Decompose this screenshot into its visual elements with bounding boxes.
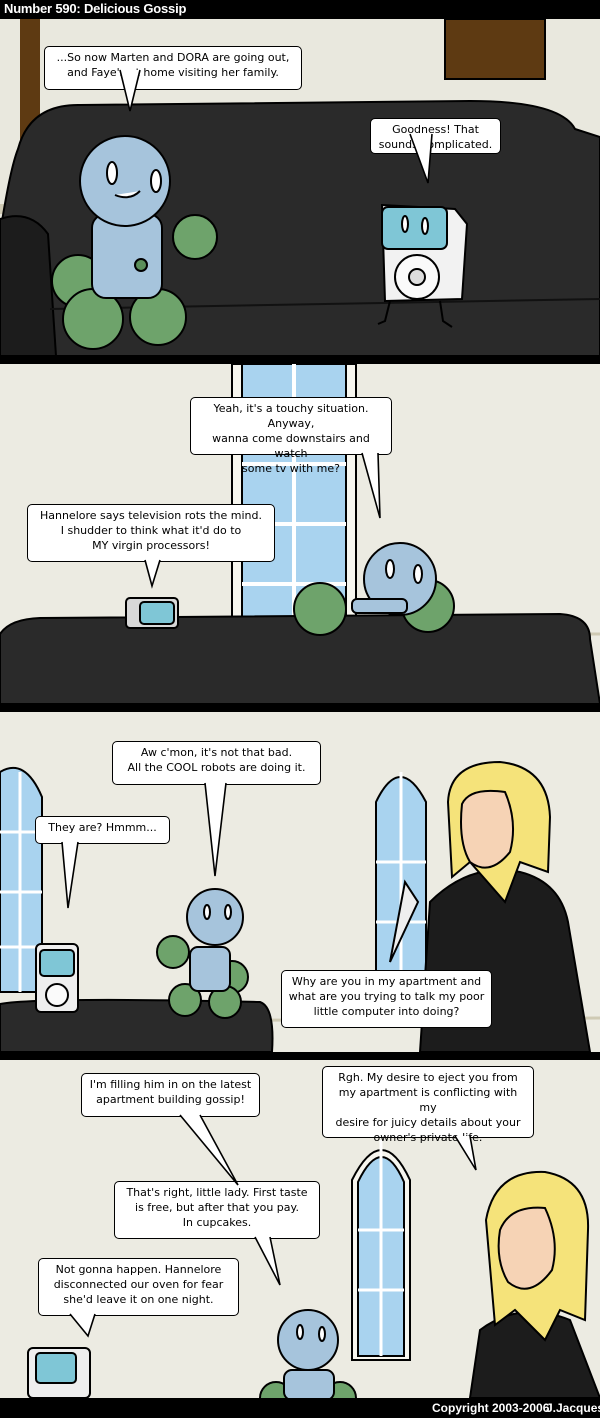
bubble-line: All the COOL robots are doing it. (127, 761, 306, 774)
speech-bubble-ipod-television: Hannelore says television rots the mind.… (27, 504, 275, 562)
bubble-line: desire for juicy details about your (335, 1116, 521, 1129)
bubble-line: MY virgin processors! (92, 539, 210, 552)
author-signature: J.Jacques (546, 1401, 600, 1415)
bubble-line: ...So now Marten and DORA are going out, (56, 51, 290, 64)
bubble-line: Aw c'mon, it's not that bad. (140, 746, 293, 759)
bubble-line: Rgh. My desire to eject you from (338, 1071, 518, 1084)
bubble-line: In cupcakes. (182, 1216, 252, 1229)
speech-bubble-robot-filling: I'm filling him in on the latest apartme… (81, 1073, 260, 1117)
speech-bubble-robot-gossip: ...So now Marten and DORA are going out,… (44, 46, 302, 90)
bubble-line: I'm filling him in on the latest (89, 1078, 252, 1091)
speech-bubble-hannelore-why: Why are you in my apartment and what are… (281, 970, 492, 1028)
bubble-line: Not gonna happen. Hannelore (55, 1263, 222, 1276)
bubble-line: Hannelore says television rots the mind. (39, 509, 263, 522)
comic-title: Number 590: Delicious Gossip (4, 1, 187, 16)
panel-4: I'm filling him in on the latest apartme… (0, 1060, 600, 1398)
bubble-line: sounds complicated. (378, 138, 493, 151)
bubble-line: That's right, little lady. First taste (126, 1186, 308, 1199)
bubble-line: Goodness! That (392, 123, 479, 136)
speech-bubble-hannelore-rgh: Rgh. My desire to eject you from my apar… (322, 1066, 534, 1144)
bubble-line: I shudder to think what it'd do to (60, 524, 242, 537)
ipod-character (125, 597, 179, 629)
bubble-line: apartment building gossip! (96, 1093, 245, 1106)
speech-bubble-ipod-hmmm: They are? Hmmm... (35, 816, 170, 844)
panel-2: Yeah, it's a touchy situation. Anyway, w… (0, 364, 600, 704)
bubble-line: Why are you in my apartment and (291, 975, 482, 988)
comic-footer: Copyright 2003-2006 J.Jacques (0, 1398, 600, 1418)
panel-3: Aw c'mon, it's not that bad. All the COO… (0, 712, 600, 1052)
bubble-line: owner's private life. (373, 1131, 483, 1144)
bubble-line: she'd leave it on one night. (63, 1293, 214, 1306)
bubble-line: disconnected our oven for fear (53, 1278, 224, 1291)
bubble-line: is free, but after that you pay. (135, 1201, 299, 1214)
bubble-line: Yeah, it's a touchy situation. Anyway, (213, 402, 369, 430)
bubble-line: some tv with me? (242, 462, 340, 475)
bubble-line: and Faye's at home visiting her family. (67, 66, 279, 79)
ipod-character (35, 943, 79, 1013)
bubble-line: wanna come downstairs and watch (212, 432, 370, 460)
speech-bubble-ipod-oven: Not gonna happen. Hannelore disconnected… (38, 1258, 239, 1316)
panel-1: ...So now Marten and DORA are going out,… (0, 19, 600, 356)
copyright-text: Copyright 2003-2006 (432, 1401, 550, 1415)
speech-bubble-robot-cool: Aw c'mon, it's not that bad. All the COO… (112, 741, 321, 785)
speech-bubble-robot-cupcakes: That's right, little lady. First taste i… (114, 1181, 320, 1239)
bubble-line: what are you trying to talk my poor (288, 990, 485, 1003)
speech-bubble-robot-tv: Yeah, it's a touchy situation. Anyway, w… (190, 397, 392, 475)
bubble-line: little computer into doing? (313, 1005, 460, 1018)
ipod-character (27, 1347, 91, 1398)
bubble-line: my apartment is conflicting with my (338, 1086, 518, 1114)
bubble-line: They are? Hmmm... (48, 821, 157, 834)
speech-bubble-ipod-complicated: Goodness! That sounds complicated. (370, 118, 501, 154)
